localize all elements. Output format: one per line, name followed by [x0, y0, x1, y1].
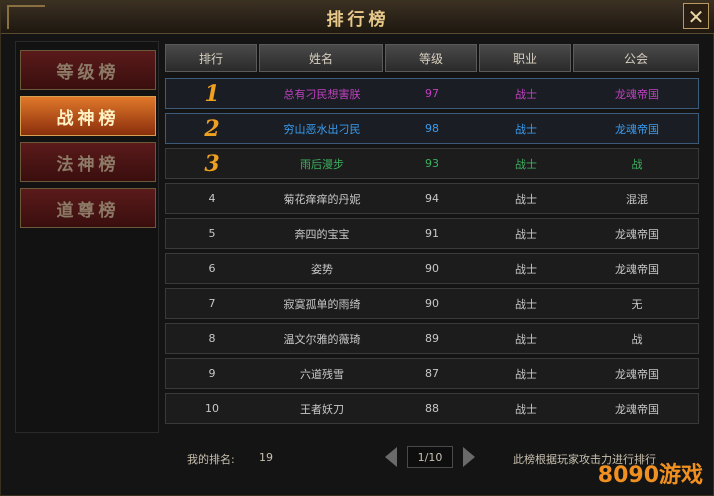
rank-cell: 2 — [204, 115, 220, 142]
table-row[interactable]: 7 寂寞孤单的雨绮 90 战士 无 — [165, 288, 699, 319]
table-row[interactable]: 4 菊花痒痒的丹妮 94 战士 混混 — [165, 183, 699, 214]
table-row[interactable]: 1 总有刁民想害朕 97 战士 龙魂帝国 — [165, 78, 699, 109]
name-cell: 总有刁民想害朕 — [283, 87, 361, 101]
level-cell: 87 — [425, 367, 439, 380]
table-row[interactable]: 9 六道残雪 87 战士 龙魂帝国 — [165, 358, 699, 389]
name-cell: 六道残雪 — [300, 367, 344, 381]
name-cell: 王者妖刀 — [300, 402, 344, 416]
class-cell: 战士 — [515, 87, 537, 101]
level-cell: 91 — [425, 227, 439, 240]
rank-cell: 10 — [205, 402, 219, 415]
name-cell: 温文尔雅的薇琦 — [283, 332, 361, 346]
class-cell: 战士 — [515, 402, 537, 416]
rank-cell: 6 — [208, 262, 216, 275]
table-row[interactable]: 8 温文尔雅的薇琦 89 战士 战 — [165, 323, 699, 354]
class-cell: 战士 — [515, 332, 537, 346]
header-class: 职业 — [479, 44, 571, 72]
name-cell: 雨后漫步 — [300, 157, 344, 171]
rank-cell: 3 — [204, 150, 220, 177]
tab-warrior-ranking[interactable]: 战神榜 — [20, 96, 156, 136]
header-rank: 排行 — [165, 44, 257, 72]
rank-cell: 7 — [208, 297, 216, 310]
guild-cell: 龙魂帝国 — [615, 87, 659, 101]
class-cell: 战士 — [515, 262, 537, 276]
page-indicator: 1/10 — [407, 446, 453, 468]
guild-cell: 无 — [631, 297, 643, 311]
rank-cell: 4 — [208, 192, 216, 205]
level-cell: 90 — [425, 262, 439, 275]
table-row[interactable]: 5 奔四的宝宝 91 战士 龙魂帝国 — [165, 218, 699, 249]
window-title: 排行榜 — [326, 10, 390, 30]
rank-cell: 9 — [208, 367, 216, 380]
level-cell: 94 — [425, 192, 439, 205]
class-cell: 战士 — [515, 157, 537, 171]
category-sidebar: 等级榜 战神榜 法神榜 道尊榜 — [15, 41, 159, 433]
table-row[interactable]: 10 王者妖刀 88 战士 龙魂帝国 — [165, 393, 699, 424]
name-cell: 姿势 — [311, 262, 333, 276]
table-row[interactable]: 6 姿势 90 战士 龙魂帝国 — [165, 253, 699, 284]
table-row[interactable]: 3 雨后漫步 93 战士 战 — [165, 148, 699, 179]
level-cell: 97 — [425, 87, 439, 100]
guild-cell: 战 — [631, 332, 643, 346]
guild-cell: 龙魂帝国 — [615, 227, 659, 241]
level-cell: 89 — [425, 332, 439, 345]
my-rank-label: 我的排名: — [187, 453, 235, 466]
class-cell: 战士 — [515, 367, 537, 381]
guild-cell: 战 — [631, 157, 643, 171]
rank-cell: 1 — [204, 80, 220, 107]
ranking-window: 排行榜 ✕ 等级榜 战神榜 法神榜 道尊榜 排行 姓名 等级 职业 公会 1 总有… — [0, 0, 714, 496]
name-cell: 菊花痒痒的丹妮 — [283, 192, 361, 206]
guild-cell: 龙魂帝国 — [615, 367, 659, 381]
class-cell: 战士 — [515, 227, 537, 241]
guild-cell: 龙魂帝国 — [615, 402, 659, 416]
tab-mage-ranking[interactable]: 法神榜 — [20, 142, 156, 182]
table-row[interactable]: 2 穷山恶水出刁民 98 战士 龙魂帝国 — [165, 113, 699, 144]
guild-cell: 龙魂帝国 — [615, 122, 659, 136]
name-cell: 寂寞孤单的雨绮 — [283, 297, 361, 311]
level-cell: 88 — [425, 402, 439, 415]
tab-level-ranking[interactable]: 等级榜 — [20, 50, 156, 90]
watermark-logo: 8090游戏 — [597, 463, 703, 488]
guild-cell: 龙魂帝国 — [615, 262, 659, 276]
class-cell: 战士 — [515, 192, 537, 206]
header-guild: 公会 — [573, 44, 699, 72]
level-cell: 90 — [425, 297, 439, 310]
rank-cell: 5 — [208, 227, 216, 240]
level-cell: 93 — [425, 157, 439, 170]
header-level: 等级 — [385, 44, 477, 72]
class-cell: 战士 — [515, 122, 537, 136]
name-cell: 奔四的宝宝 — [294, 227, 350, 241]
header-name: 姓名 — [259, 44, 383, 72]
name-cell: 穷山恶水出刁民 — [283, 122, 361, 136]
next-page-button[interactable] — [463, 447, 475, 467]
guild-cell: 混混 — [626, 192, 648, 206]
tab-taoist-ranking[interactable]: 道尊榜 — [20, 188, 156, 228]
my-rank-value: 19 — [259, 451, 273, 464]
class-cell: 战士 — [515, 297, 537, 311]
rank-cell: 8 — [208, 332, 216, 345]
title-bar: 排行榜 ✕ — [1, 1, 714, 34]
prev-page-button[interactable] — [385, 447, 397, 467]
close-button[interactable]: ✕ — [683, 3, 709, 29]
level-cell: 98 — [425, 122, 439, 135]
